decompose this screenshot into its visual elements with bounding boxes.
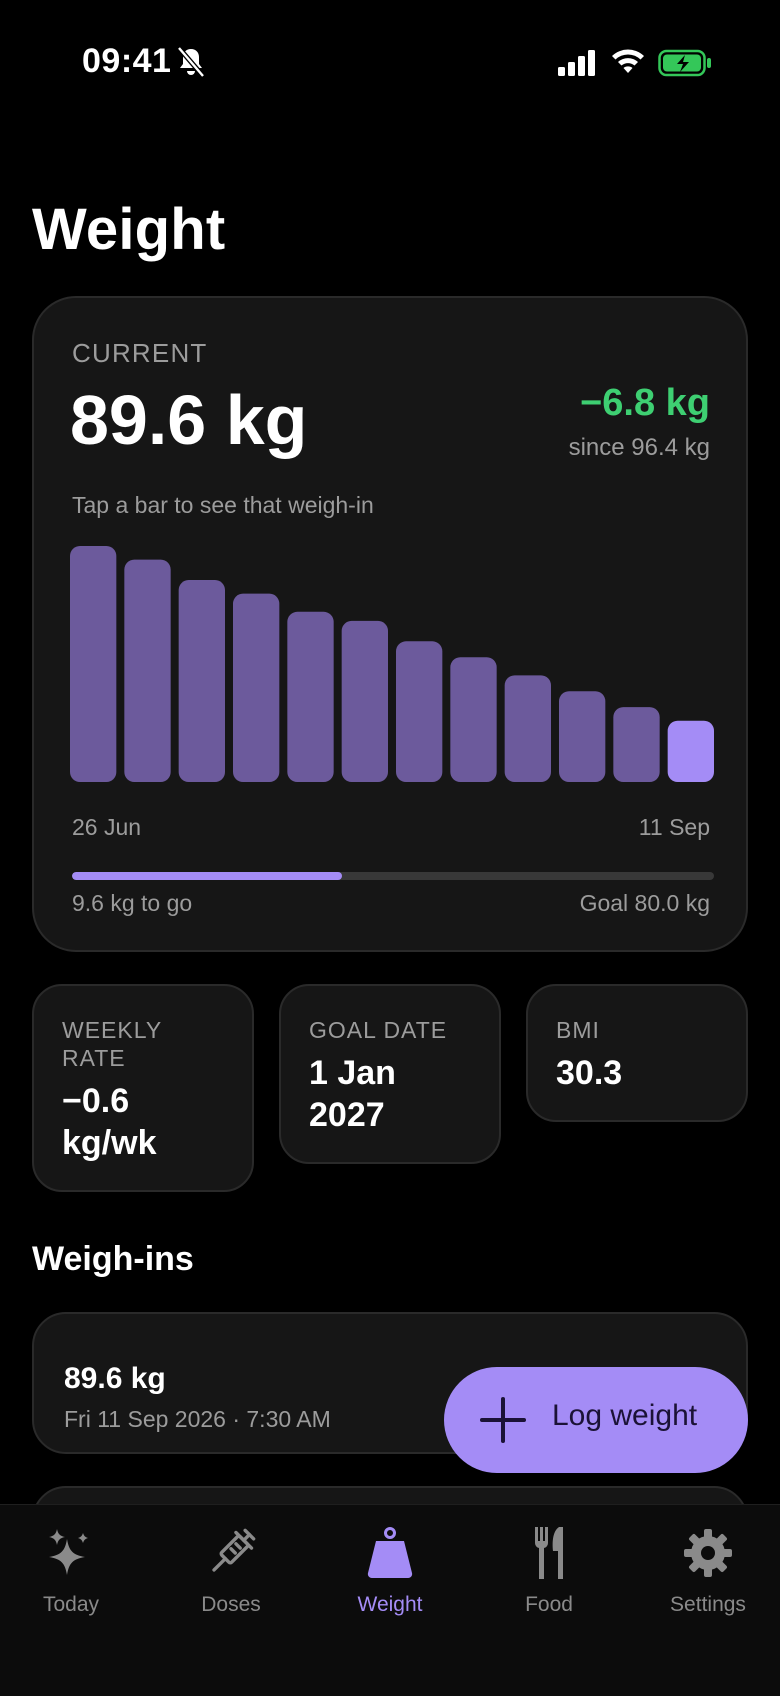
chart-bar[interactable] [559,691,606,782]
tab-settings[interactable]: Settings [643,1525,773,1635]
tab-doses-label: Doses [201,1593,261,1616]
weight-change-since: since 96.4 kg [568,434,710,461]
tab-food-label: Food [525,1593,573,1616]
tab-food[interactable]: Food [484,1525,614,1635]
goal-date-card: GOAL DATE 1 Jan 2027 [279,984,501,1164]
weekly-rate-value: −0.6 kg/wk [62,1082,157,1162]
chart-bar[interactable] [613,707,660,782]
chart-bar[interactable] [70,546,117,782]
tab-weight-label: Weight [357,1593,423,1616]
bmi-label: BMI [556,1017,600,1043]
chart-end-date: 11 Sep [638,814,710,840]
chart-bar[interactable] [233,593,280,782]
fork-knife-icon [534,1527,563,1579]
battery-charging-icon [658,49,711,77]
plus-icon [480,1397,526,1443]
bmi-value: 30.3 [556,1054,623,1092]
current-weight-card: CURRENT 89.6 kg −6.8 kg since 96.4 kg Ta… [32,296,748,952]
chart-bar[interactable] [396,641,443,782]
goal-progress-fill [72,872,342,880]
goal-weight: Goal 80.0 kg [579,890,710,916]
chart-bar-selected[interactable] [667,720,714,782]
tab-settings-label: Settings [670,1593,746,1616]
log-weight-label: Log weight [552,1399,698,1432]
tab-weight[interactable]: Weight [325,1525,455,1635]
chart-bar[interactable] [450,657,497,782]
chart-bar[interactable] [504,675,551,782]
tab-bar: Today Doses Weight Food Settings [0,1504,780,1696]
weight-bar-chart [70,546,714,782]
sparkles-icon [49,1529,88,1575]
log-weight-button[interactable]: Log weight [444,1367,748,1473]
tab-doses[interactable]: Doses [166,1525,296,1635]
weight-to-go: 9.6 kg to go [72,890,193,916]
chart-bar[interactable] [341,620,388,782]
chart-bar[interactable] [124,559,171,782]
goal-date-label: GOAL DATE [309,1017,448,1043]
bell-off-icon [177,46,205,78]
gear-icon [684,1529,732,1577]
current-weight-value: 89.6 kg [70,381,308,459]
page-title: Weight [32,197,226,262]
cellular-signal-icon [558,50,595,76]
bmi-card: BMI 30.3 [526,984,748,1122]
status-time: 09:41 [82,42,172,80]
weight-icon [367,1527,413,1579]
chart-bar[interactable] [287,611,334,782]
weighin-date: Fri 11 Sep 2026 · 7:30 AM [64,1406,331,1432]
goal-date-value: 1 Jan 2027 [309,1054,396,1134]
weekly-rate-card: WEEKLY RATE −0.6 kg/wk [32,984,254,1192]
tab-today[interactable]: Today [6,1525,136,1635]
chart-bar[interactable] [178,580,225,782]
chart-hint: Tap a bar to see that weigh-in [72,492,374,518]
weekly-rate-label: WEEKLY RATE [62,1017,162,1071]
weight-change-value: −6.8 kg [580,382,710,424]
goal-progress-bar [72,872,714,880]
syringe-icon [212,1528,256,1572]
weighins-title: Weigh-ins [32,1240,194,1278]
chart-start-date: 26 Jun [72,814,142,840]
weighin-weight: 89.6 kg [64,1362,166,1395]
status-bar: 09:41 [0,0,780,130]
current-label: CURRENT [72,338,208,368]
wifi-icon [612,49,644,73]
tab-today-label: Today [42,1593,100,1616]
